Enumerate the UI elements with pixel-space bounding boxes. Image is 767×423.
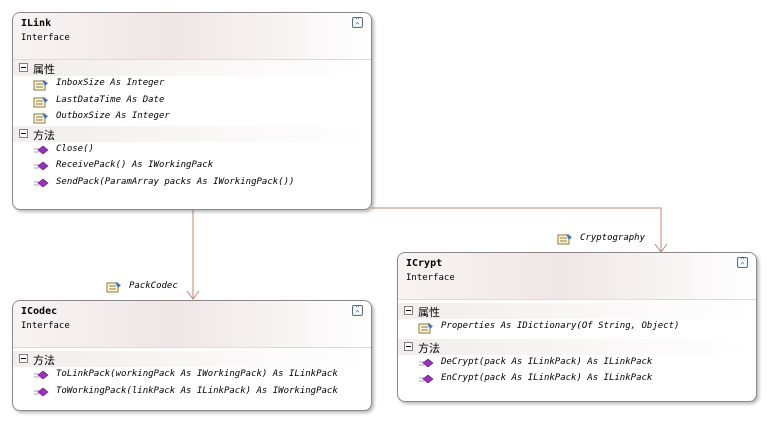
class-name: ICrypt [406, 258, 443, 269]
method-text: EnCrypt(pack As ILinkPack) As ILinkPack [441, 373, 653, 383]
method-item[interactable]: SendPack(ParamArray packs As IWorkingPac… [13, 175, 371, 192]
property-icon [418, 320, 434, 334]
method-text: Close() [56, 143, 94, 154]
collapse-minus-icon[interactable] [404, 306, 413, 315]
section-title: 方法 [418, 341, 440, 355]
ilink-header: ILink Interface ⌃ ⌃ [13, 13, 371, 60]
methods-section-header[interactable]: 方法 [13, 125, 371, 142]
methods-section-header[interactable]: 方法 [13, 351, 371, 367]
property-item[interactable]: LastDataTime As Date [13, 93, 371, 110]
method-item[interactable]: Close() [13, 142, 371, 159]
collapse-minus-icon[interactable] [19, 63, 28, 72]
method-icon [33, 159, 49, 172]
icrypt-header: ICrypt Interface ⌃ ⌃ [398, 253, 756, 300]
class-kind: Interface [21, 321, 70, 331]
property-text: LastDataTime As Date [56, 94, 165, 105]
cryptography-property-icon [557, 231, 573, 245]
collapse-icon[interactable]: ⌃ ⌃ [737, 257, 748, 269]
method-item[interactable]: DeCrypt(pack As ILinkPack) As ILinkPack [398, 355, 756, 372]
method-item[interactable]: ToWorkingPack(linkPack As ILinkPack) As … [13, 384, 371, 401]
class-kind: Interface [21, 33, 70, 43]
properties-section-header[interactable]: 属性 [398, 303, 756, 319]
section-title: 属性 [418, 306, 440, 319]
icodec-header: ICodec Interface ⌃ ⌃ [13, 301, 371, 348]
method-icon [33, 385, 49, 398]
collapse-icon[interactable]: ⌃ ⌃ [352, 17, 363, 29]
class-kind: Interface [406, 273, 455, 283]
collapse-minus-icon[interactable] [19, 354, 28, 363]
method-text: SendPack(ParamArray packs As IWorkingPac… [56, 176, 295, 187]
ilink-shape[interactable]: ILink Interface ⌃ ⌃ 属性 InboxSize As Integ… [12, 12, 372, 210]
cryptography-label[interactable]: Cryptography [580, 233, 645, 243]
property-text: OutboxSize As Integer [56, 111, 170, 121]
property-text: Properties As IDictionary(Of String, Obj… [441, 321, 680, 331]
method-text: ReceivePack() As IWorkingPack [56, 160, 214, 170]
method-text: DeCrypt(pack As ILinkPack) As ILinkPack [441, 356, 653, 367]
property-item[interactable]: Properties As IDictionary(Of String, Obj… [398, 319, 756, 336]
method-icon [418, 356, 434, 369]
property-item[interactable]: OutboxSize As Integer [13, 109, 371, 126]
method-text: ToWorkingPack(linkPack As ILinkPack) As … [56, 385, 338, 396]
cryptography-connector [372, 207, 662, 252]
method-item[interactable]: ReceivePack() As IWorkingPack [13, 158, 371, 175]
method-icon [33, 143, 49, 156]
icrypt-shape[interactable]: ICrypt Interface ⌃ ⌃ 属性 Properties As IDi… [397, 252, 757, 402]
method-icon [418, 372, 434, 385]
class-name: ICodec [21, 306, 58, 317]
method-icon [33, 368, 49, 381]
methods-section-header[interactable]: 方法 [398, 338, 756, 355]
method-item[interactable]: ToLinkPack(workingPack As IWorkingPack) … [13, 367, 371, 384]
property-icon [33, 94, 49, 107]
class-name: ILink [21, 18, 52, 29]
property-text: InboxSize As Integer [56, 78, 165, 88]
section-title: 属性 [33, 63, 55, 76]
packcodec-property-icon [106, 279, 122, 293]
method-text: ToLinkPack(workingPack As IWorkingPack) … [56, 369, 338, 379]
property-icon [33, 77, 49, 91]
packcodec-label[interactable]: PackCodec [129, 281, 178, 291]
properties-section-header[interactable]: 属性 [13, 60, 371, 76]
method-item[interactable]: EnCrypt(pack As ILinkPack) As ILinkPack [398, 371, 756, 388]
collapse-minus-icon[interactable] [19, 128, 28, 138]
section-title: 方法 [33, 128, 55, 142]
method-icon [33, 176, 49, 189]
property-item[interactable]: InboxSize As Integer [13, 76, 371, 93]
property-icon [33, 110, 49, 124]
section-title: 方法 [33, 354, 55, 367]
collapse-icon[interactable]: ⌃ ⌃ [352, 305, 363, 317]
icodec-shape[interactable]: ICodec Interface ⌃ ⌃ 方法 ToLinkPack(workin… [12, 300, 372, 411]
collapse-minus-icon[interactable] [404, 341, 413, 351]
